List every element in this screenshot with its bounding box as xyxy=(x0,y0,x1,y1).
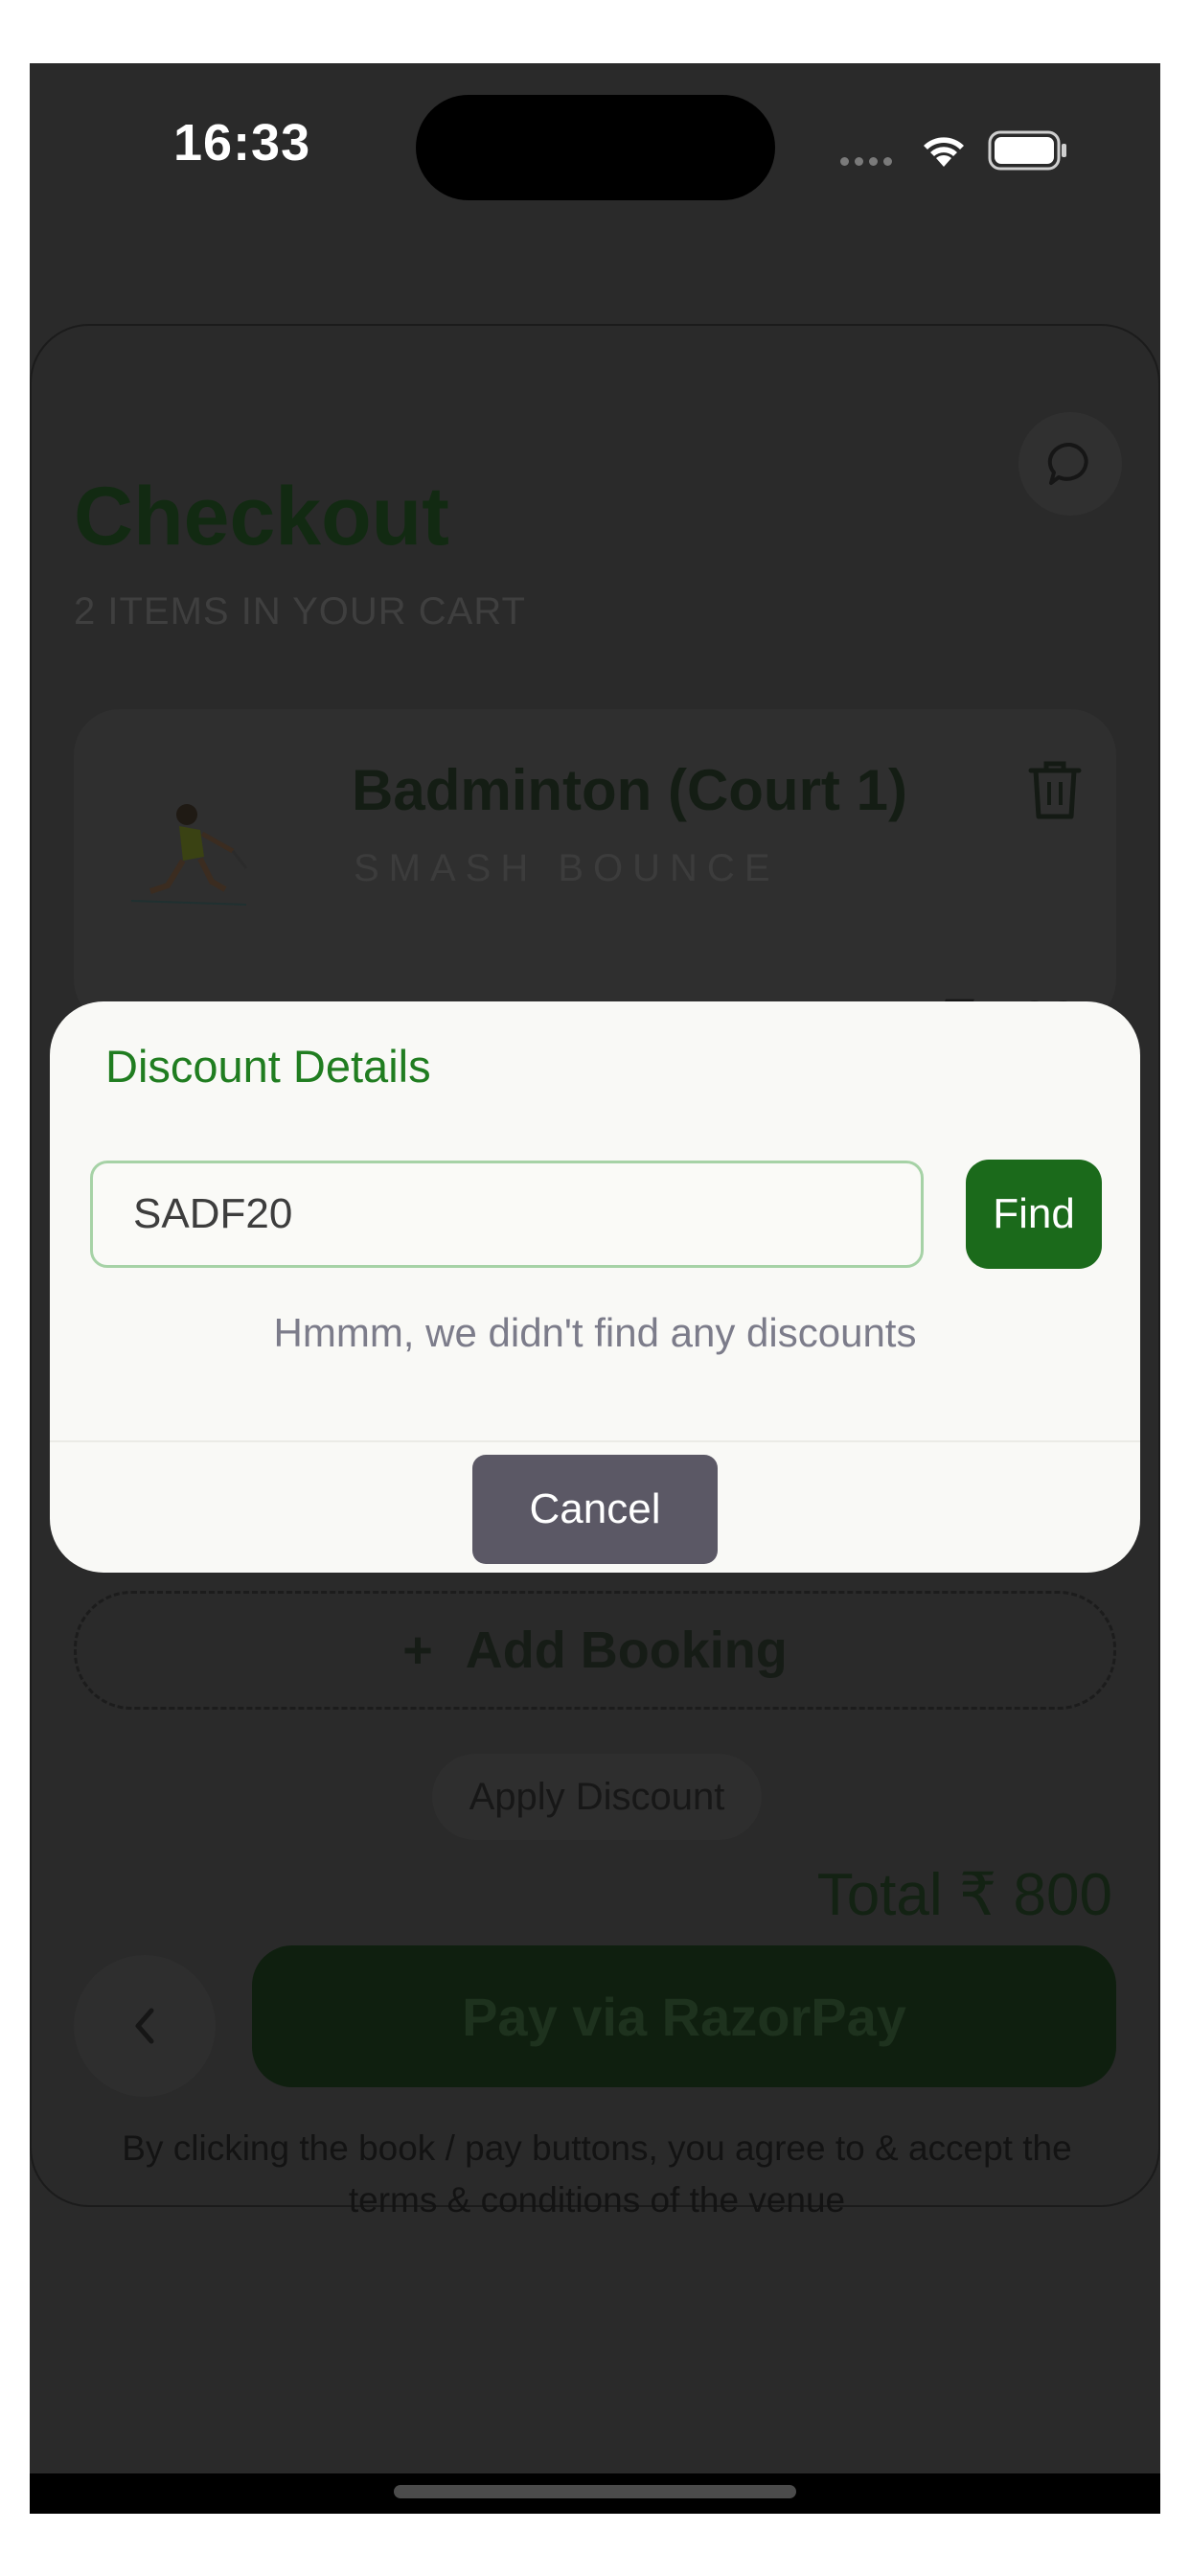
back-button[interactable] xyxy=(74,1955,216,2097)
pay-razorpay-button[interactable]: Pay via RazorPay xyxy=(252,1945,1116,2087)
order-total: Total ₹ 800 xyxy=(816,1862,1112,1928)
dynamic-island xyxy=(416,95,775,200)
apply-discount-button[interactable]: Apply Discount xyxy=(432,1754,762,1840)
wifi-icon xyxy=(917,128,971,175)
discount-code-input[interactable] xyxy=(90,1161,924,1268)
no-discount-message: Hmmm, we didn't find any discounts xyxy=(273,1310,917,1355)
cart-item-card: Badminton (Court 1) SMASH BOUNCE ₹ 400 xyxy=(74,709,1116,1048)
item-title: Badminton (Court 1) xyxy=(352,758,907,822)
modal-title: Discount Details xyxy=(105,1041,431,1092)
status-time: 16:33 xyxy=(173,114,311,172)
discount-modal: Discount Details Find Hmmm, we didn't fi… xyxy=(50,1001,1140,1573)
home-bar-area xyxy=(30,2473,1160,2514)
divider xyxy=(50,1440,1140,1442)
chevron-left-icon xyxy=(135,2008,154,2044)
terms-text: By clicking the book / pay buttons, you … xyxy=(122,2128,1072,2220)
badminton-player-image xyxy=(130,804,248,906)
page-title: Checkout xyxy=(74,471,449,563)
add-booking-label: Add Booking xyxy=(465,1622,788,1679)
battery-icon xyxy=(988,130,1068,175)
chat-button[interactable] xyxy=(1018,412,1122,516)
add-booking-button[interactable]: + Add Booking xyxy=(74,1591,1116,1710)
item-venue: SMASH BOUNCE xyxy=(354,847,780,889)
signal-icon xyxy=(840,153,898,171)
trash-icon xyxy=(1028,761,1082,819)
plus-icon: + xyxy=(402,1622,433,1679)
chat-bubble-icon xyxy=(1047,442,1088,485)
find-button[interactable]: Find xyxy=(966,1160,1102,1269)
cancel-button[interactable]: Cancel xyxy=(472,1455,718,1564)
items-count: 2 ITEMS IN YOUR CART xyxy=(74,590,526,632)
home-indicator[interactable] xyxy=(394,2485,796,2498)
delete-item-button[interactable] xyxy=(1027,759,1083,825)
